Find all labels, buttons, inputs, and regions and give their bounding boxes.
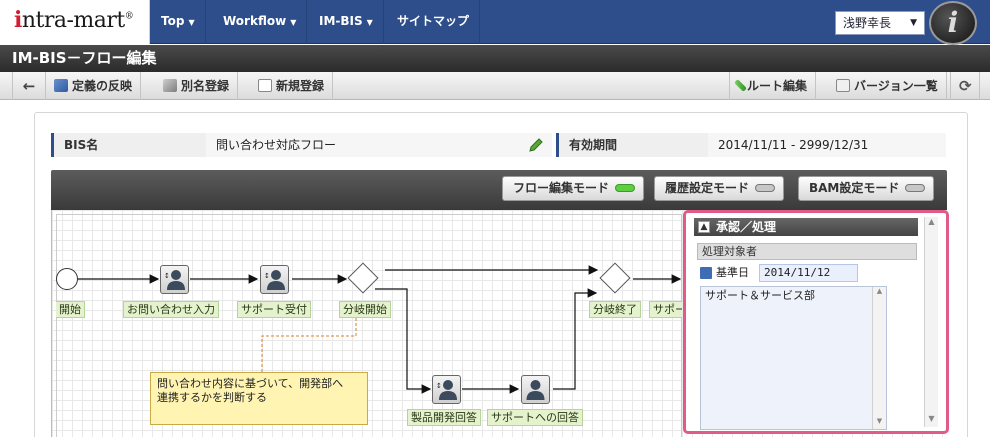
- base-date-label: 基準日: [700, 264, 749, 282]
- collapse-icon[interactable]: ▲: [698, 221, 710, 233]
- user-task-icon[interactable]: [521, 375, 550, 404]
- property-panel-scrollbar[interactable]: ▲ ▼: [924, 217, 938, 427]
- user-task-icon[interactable]: ↕: [432, 375, 461, 404]
- user-task-icon[interactable]: ↕: [260, 265, 289, 294]
- base-date-input[interactable]: 2014/11/12: [759, 264, 858, 282]
- list-item[interactable]: サポート＆サービス部: [705, 289, 882, 303]
- node-label-support-partial[interactable]: サポー: [649, 301, 682, 318]
- start-event-icon[interactable]: [56, 268, 78, 290]
- target-person-section: 処理対象者: [697, 243, 917, 260]
- node-label-support-answer[interactable]: サポートへの回答: [487, 409, 583, 426]
- node-label-branch-end[interactable]: 分岐終了: [589, 301, 641, 318]
- svg-text:↕: ↕: [436, 382, 442, 390]
- svg-text:↕: ↕: [264, 272, 270, 280]
- list-scrollbar[interactable]: ▲ ▼: [872, 287, 886, 429]
- node-label-branch-start[interactable]: 分岐開始: [339, 301, 391, 318]
- node-label-support-accept[interactable]: サポート受付: [237, 301, 311, 318]
- node-label-product-answer[interactable]: 製品開発回答: [407, 409, 481, 426]
- property-panel-header[interactable]: ▲ 承認／処理: [694, 218, 918, 236]
- svg-text:↕: ↕: [164, 272, 170, 280]
- annotation-note[interactable]: 問い合わせ内容に基づいて、開発部へ 連携するかを判断する: [150, 372, 368, 425]
- calendar-icon[interactable]: [700, 267, 712, 279]
- target-person-list[interactable]: サポート＆サービス部: [700, 286, 887, 430]
- node-label-start[interactable]: 開始: [56, 301, 85, 318]
- user-task-icon[interactable]: ↕: [160, 265, 189, 294]
- node-label-inquiry-input[interactable]: お問い合わせ入力: [123, 301, 219, 318]
